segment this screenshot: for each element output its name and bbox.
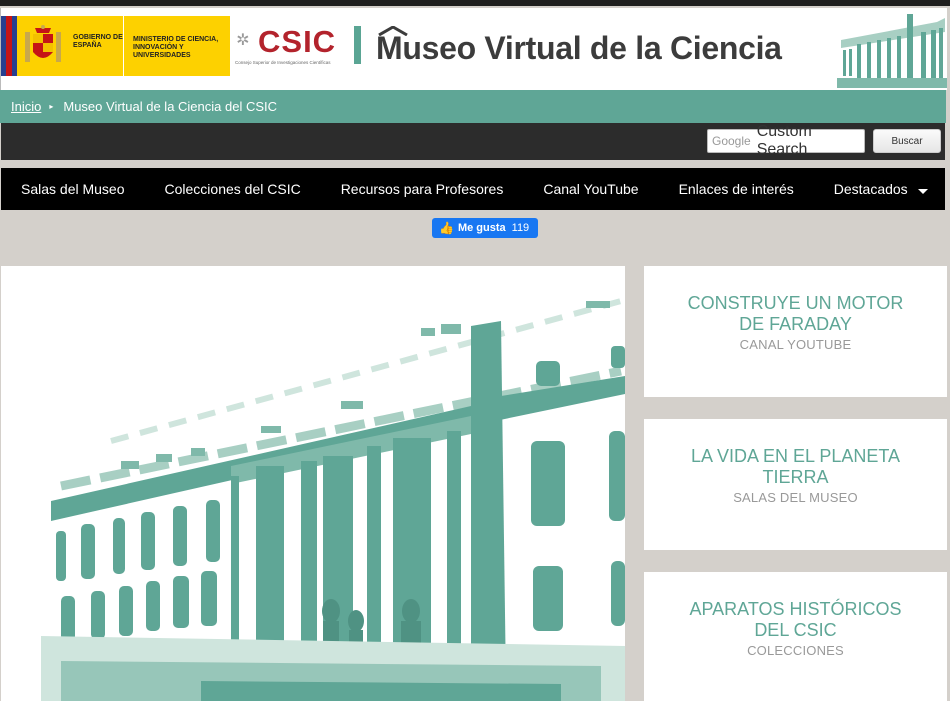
government-text: GOBIERNO DE ESPAÑA	[73, 34, 123, 49]
eu-flag-bar	[1, 16, 17, 76]
ministry-text: MINISTERIO DE CIENCIA, INNOVACIÓN Y UNIV…	[133, 36, 219, 59]
breadcrumb: Inicio ▸ Museo Virtual de la Ciencia del…	[0, 90, 946, 123]
thumbs-up-icon: 👍	[439, 221, 454, 235]
hero-image[interactable]	[1, 266, 625, 701]
breadcrumb-home-link[interactable]: Inicio	[11, 99, 41, 114]
facebook-like-count: 119	[511, 222, 530, 234]
chevron-down-icon	[917, 188, 928, 194]
featured-card-planeta[interactable]: LA VIDA EN EL PLANETA TIERRA SALAS DEL M…	[644, 419, 947, 550]
csic-subtitle: Consejo Superior de Investigaciones Cien…	[235, 60, 331, 65]
card-subtitle: SALAS DEL MUSEO	[733, 490, 858, 505]
nav-item-enlaces[interactable]: Enlaces de interés	[659, 168, 814, 210]
search-bar: Google Custom Search Buscar	[1, 123, 945, 160]
nav-item-colecciones[interactable]: Colecciones del CSIC	[145, 168, 321, 210]
nav-item-destacados[interactable]: Destacados	[814, 168, 948, 210]
top-border	[0, 0, 950, 6]
header-divider	[354, 26, 361, 64]
nav-item-salas[interactable]: Salas del Museo	[1, 168, 145, 210]
government-logo[interactable]: GOBIERNO DE ESPAÑA MINISTERIO DE CIENCIA…	[1, 16, 230, 76]
card-title: LA VIDA EN EL PLANETA TIERRA	[690, 446, 901, 487]
facebook-like-button[interactable]: 👍 Me gusta 119	[432, 218, 539, 238]
google-logo: Google	[712, 134, 751, 148]
card-subtitle: COLECCIONES	[747, 643, 844, 658]
csic-emblem-icon: ✲	[236, 32, 250, 49]
museum-title[interactable]: Museo Virtual de la Ciencia	[376, 30, 782, 67]
coat-of-arms-icon	[25, 25, 61, 62]
featured-card-aparatos[interactable]: APARATOS HISTÓRICOS DEL CSIC COLECCIONES	[644, 572, 947, 701]
featured-card-faraday[interactable]: CONSTRUYE UN MOTOR DE FARADAY CANAL YOUT…	[644, 266, 947, 397]
nav-item-youtube[interactable]: Canal YouTube	[523, 168, 658, 210]
csic-logo[interactable]: ✲ CSIC Consejo Superior de Investigacion…	[234, 26, 349, 66]
nav-item-destacados-label: Destacados	[833, 181, 908, 197]
building-illustration	[837, 10, 947, 88]
facebook-like-label: Me gusta	[457, 222, 506, 234]
card-title: CONSTRUYE UN MOTOR DE FARADAY	[687, 293, 904, 334]
search-button[interactable]: Buscar	[873, 129, 941, 153]
nav-item-recursos[interactable]: Recursos para Profesores	[321, 168, 524, 210]
main-navigation: Salas del Museo Colecciones del CSIC Rec…	[1, 168, 945, 210]
site-header: GOBIERNO DE ESPAÑA MINISTERIO DE CIENCIA…	[0, 8, 947, 90]
search-input[interactable]: Google Custom Search	[707, 123, 865, 158]
breadcrumb-separator-icon: ▸	[49, 102, 54, 111]
search-placeholder: Custom Search	[756, 123, 812, 158]
breadcrumb-current: Museo Virtual de la Ciencia del CSIC	[63, 99, 278, 114]
card-title: APARATOS HISTÓRICOS DEL CSIC	[689, 599, 902, 640]
building-illustration-large	[1, 266, 625, 701]
card-subtitle: CANAL YOUTUBE	[739, 337, 852, 352]
csic-wordmark: CSIC	[258, 24, 337, 59]
